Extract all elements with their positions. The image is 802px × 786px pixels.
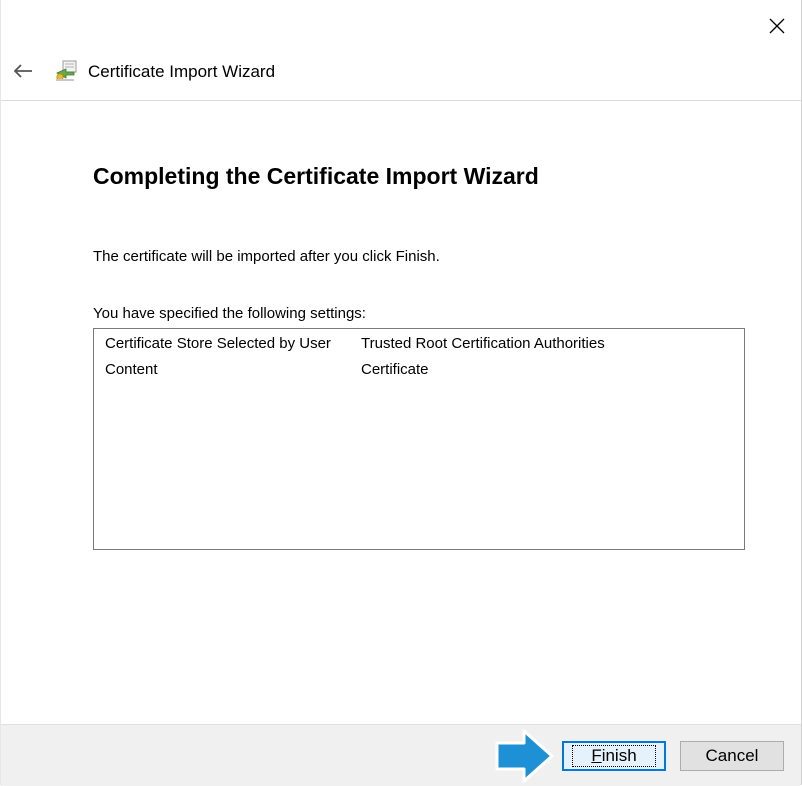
close-icon bbox=[769, 18, 785, 34]
finish-button[interactable]: Finish bbox=[562, 741, 666, 771]
certificate-icon bbox=[56, 60, 77, 81]
settings-list[interactable]: Certificate Store Selected by User Trust… bbox=[93, 328, 745, 550]
setting-key: Certificate Store Selected by User bbox=[105, 335, 331, 352]
setting-value: Certificate bbox=[361, 361, 429, 378]
info-text: The certificate will be imported after y… bbox=[93, 248, 440, 265]
settings-row: Certificate Store Selected by User Trust… bbox=[94, 335, 744, 359]
button-bar: Finish Cancel bbox=[1, 724, 801, 786]
finish-button-label: Finish bbox=[572, 745, 656, 767]
finish-label-rest: inish bbox=[601, 746, 637, 765]
wizard-title: Certificate Import Wizard bbox=[88, 62, 276, 81]
wizard-header: Certificate Import Wizard bbox=[1, 46, 801, 101]
pointer-arrow-icon bbox=[495, 729, 554, 783]
setting-key: Content bbox=[105, 361, 158, 378]
page-heading: Completing the Certificate Import Wizard bbox=[93, 163, 539, 189]
wizard-window: Certificate Import Wizard Completing the… bbox=[0, 0, 802, 786]
back-arrow-icon bbox=[13, 64, 32, 78]
finish-mnemonic: F bbox=[591, 746, 602, 765]
close-button[interactable] bbox=[753, 8, 801, 44]
back-button[interactable] bbox=[7, 56, 39, 86]
setting-value: Trusted Root Certification Authorities bbox=[361, 335, 605, 352]
settings-row: Content Certificate bbox=[94, 361, 744, 385]
cancel-button[interactable]: Cancel bbox=[680, 741, 784, 771]
settings-label: You have specified the following setting… bbox=[93, 305, 366, 322]
